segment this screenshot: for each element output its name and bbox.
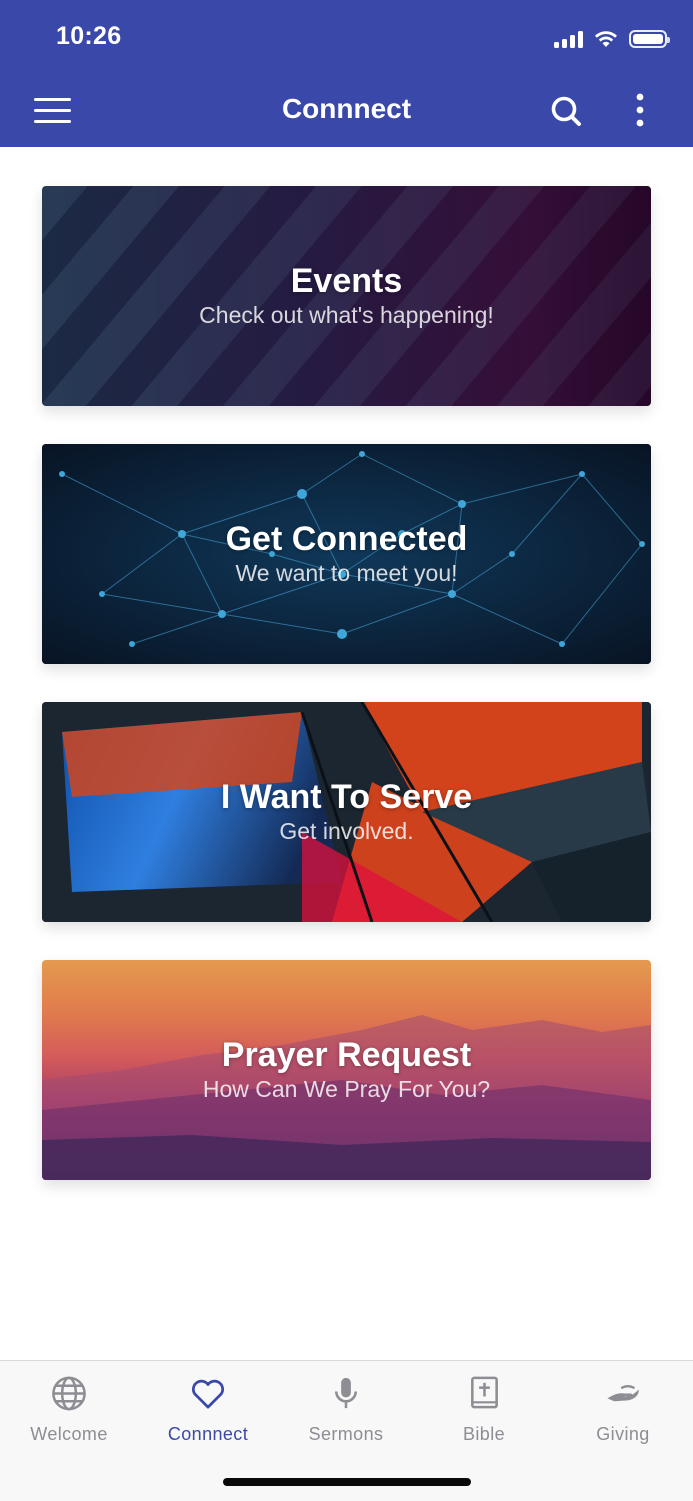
more-vert-icon <box>636 93 644 127</box>
get-connected-card[interactable]: Get Connected We want to meet you! <box>42 444 651 664</box>
card-title: Events <box>290 262 403 300</box>
card-subtitle: We want to meet you! <box>235 560 458 586</box>
home-indicator <box>223 1478 471 1486</box>
more-options-button[interactable] <box>626 90 654 132</box>
card-subtitle: Check out what's happening! <box>199 302 494 328</box>
page-title: Connnect <box>281 93 412 124</box>
nav-label: Bible <box>462 1424 506 1444</box>
search-icon <box>551 96 581 126</box>
nav-item-giving[interactable]: Giving <box>554 1375 692 1445</box>
nav-item-sermons[interactable]: Sermons <box>277 1375 415 1445</box>
nav-item-connnect[interactable]: Connnect <box>139 1375 277 1445</box>
serve-card[interactable]: I Want To Serve Get involved. <box>42 702 651 922</box>
bible-icon <box>471 1376 498 1409</box>
nav-label: Connnect <box>167 1424 249 1444</box>
card-title: I Want To Serve <box>220 778 473 816</box>
heart-icon <box>191 1379 225 1409</box>
cellular-signal-icon <box>554 30 583 48</box>
connect-card-list: Events Check out what's happening! Get C… <box>42 186 651 1218</box>
microphone-icon <box>334 1377 358 1409</box>
globe-icon <box>52 1376 86 1411</box>
app-bar: 10:26 Connnect <box>0 0 693 147</box>
giving-hand-icon <box>607 1385 639 1402</box>
status-time: 10:26 <box>56 22 122 50</box>
status-icons <box>554 26 670 52</box>
nav-label: Sermons <box>308 1424 384 1444</box>
card-title: Get Connected <box>225 520 468 558</box>
nav-item-bible[interactable]: Bible <box>415 1375 553 1445</box>
wifi-icon <box>595 31 617 47</box>
battery-icon <box>629 30 670 48</box>
card-subtitle: How Can We Pray For You? <box>202 1076 491 1102</box>
events-card[interactable]: Events Check out what's happening! <box>42 186 651 406</box>
card-subtitle: Get involved. <box>279 818 414 844</box>
nav-label: Giving <box>596 1424 650 1444</box>
nav-label: Welcome <box>30 1424 108 1444</box>
card-title: Prayer Request <box>221 1036 472 1074</box>
prayer-request-card[interactable]: Prayer Request How Can We Pray For You? <box>42 960 651 1180</box>
nav-item-welcome[interactable]: Welcome <box>0 1375 138 1445</box>
search-button[interactable] <box>546 92 586 130</box>
